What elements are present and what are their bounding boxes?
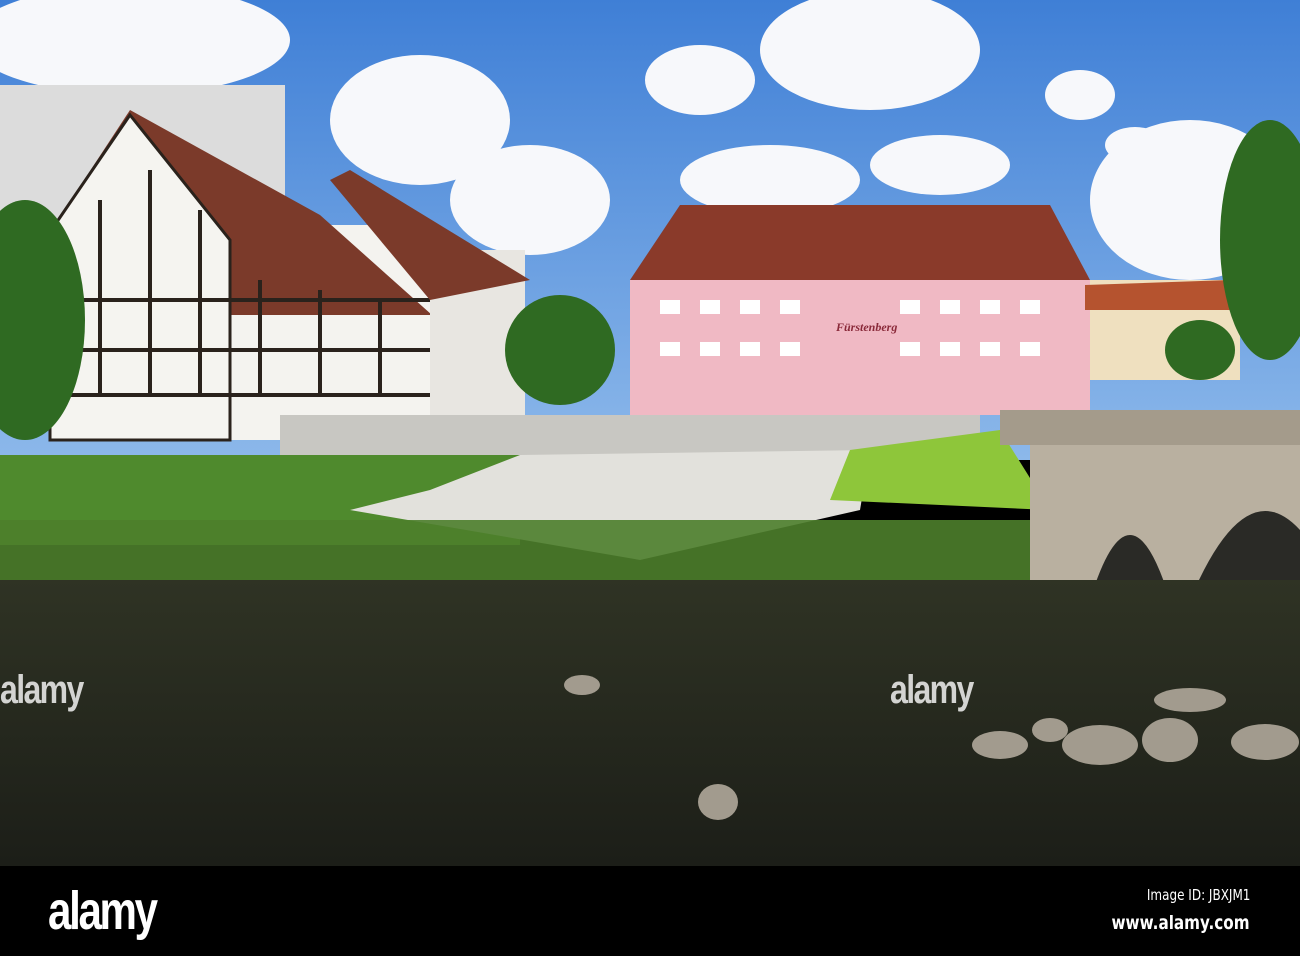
site-url[interactable]: www.alamy.com [1112,912,1250,934]
watermark-left: alamy [0,668,84,712]
stock-photo-page: Fürstenberg alamy alamy alamy Image ID: … [0,0,1300,956]
photo-river-townscape [0,0,1300,866]
watermark-center: alamy [890,668,974,712]
river [0,580,1300,866]
pink-hotel [630,205,1090,415]
alamy-logo[interactable]: alamy [48,880,158,942]
image-id: Image ID: JBXJM1 [1146,886,1250,904]
riverbank-grass [0,520,1110,585]
footer-bar: alamy Image ID: JBXJM1 www.alamy.com [0,866,1300,956]
hotel-sign: Fürstenberg [836,320,898,334]
bridge [1000,410,1300,600]
